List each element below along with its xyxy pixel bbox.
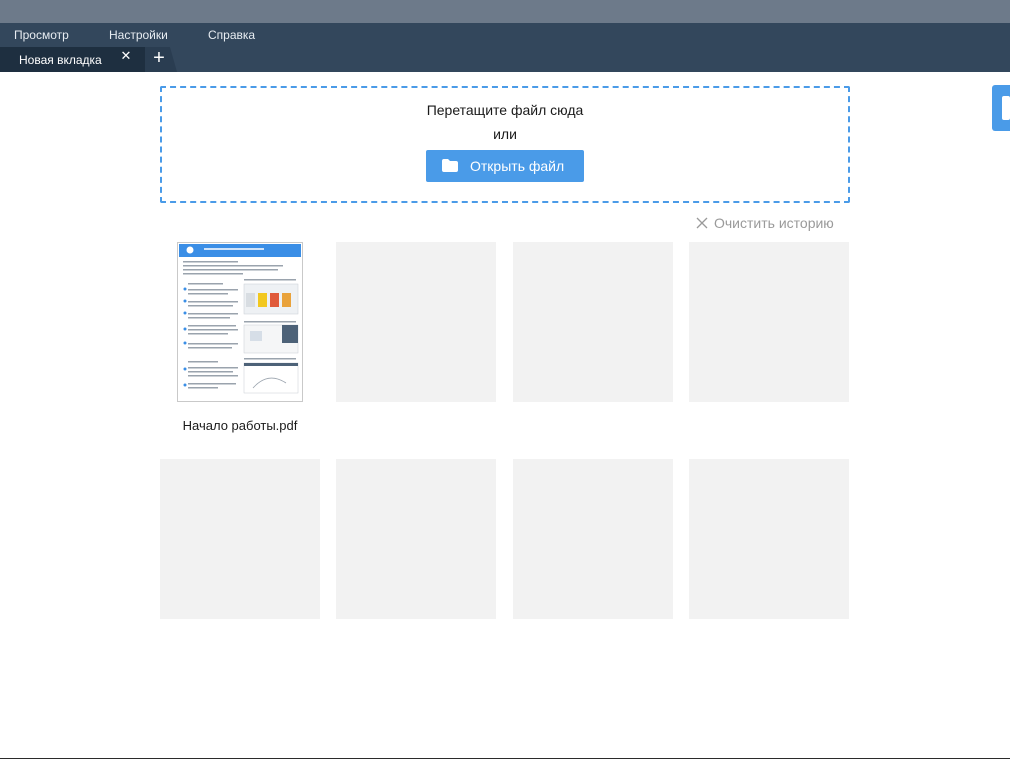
drop-instruction: Перетащите файл сюда	[426, 102, 584, 118]
open-file-button[interactable]: Открыть файл	[426, 150, 584, 182]
menu-item-help[interactable]: Справка	[208, 28, 255, 42]
close-icon[interactable]: ✕	[119, 48, 133, 64]
recent-file-placeholder	[689, 242, 849, 402]
recent-file-placeholder	[689, 459, 849, 619]
drop-or-text: или	[493, 126, 517, 142]
recent-file-placeholder	[336, 459, 496, 619]
menu-item-settings[interactable]: Настройки	[109, 28, 168, 42]
recent-file-placeholder	[160, 459, 320, 619]
recent-file-tile[interactable]: Начало работы.pdf	[160, 242, 320, 442]
panel-icon	[1002, 96, 1010, 120]
document-preview-image	[183, 246, 299, 394]
status-bar-edge	[0, 758, 1010, 762]
recent-file-placeholder	[336, 242, 496, 402]
tab-new-tab[interactable]: Новая вкладка ✕	[0, 47, 145, 72]
document-thumbnail	[177, 242, 303, 402]
file-drop-zone[interactable]: Перетащите файл сюда или Открыть файл	[160, 86, 850, 203]
recent-file-name: Начало работы.pdf	[182, 418, 298, 433]
menu-bar: Просмотр Настройки Справка	[0, 23, 1010, 47]
plus-icon: +	[153, 47, 165, 69]
recent-file-placeholder	[513, 459, 673, 619]
tab-label: Новая вкладка	[19, 53, 102, 67]
recent-file-placeholder	[513, 242, 673, 402]
clear-history-button[interactable]: Очистить историю	[696, 215, 848, 233]
side-panel-toggle[interactable]	[992, 85, 1010, 131]
folder-icon	[442, 159, 458, 172]
clear-history-label: Очистить историю	[714, 215, 834, 231]
close-icon	[696, 217, 708, 229]
add-tab-button[interactable]: +	[145, 47, 177, 72]
menu-item-view[interactable]: Просмотр	[14, 28, 69, 42]
tab-bar: Новая вкладка ✕ +	[0, 47, 1010, 72]
open-file-label: Открыть файл	[470, 158, 565, 174]
window-titlebar	[0, 0, 1010, 23]
